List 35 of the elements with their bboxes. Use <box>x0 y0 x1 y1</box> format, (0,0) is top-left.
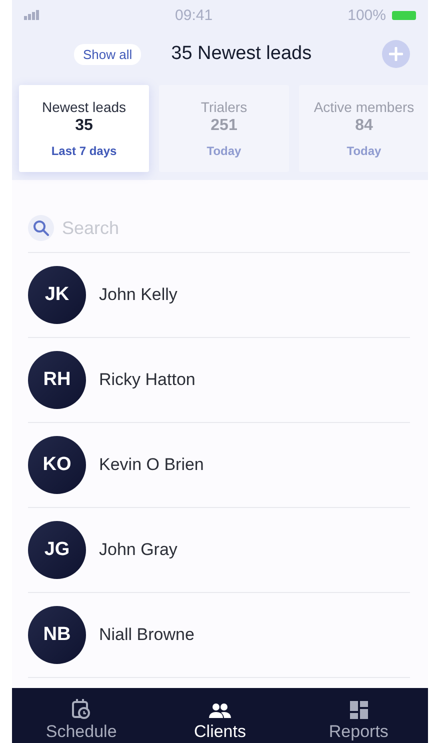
signal-icon <box>24 10 40 20</box>
avatar-initials: RH <box>43 369 71 391</box>
card-label: Newest leads <box>42 99 126 115</box>
card-count: 84 <box>355 117 373 135</box>
search-icon <box>28 215 54 241</box>
client-name[interactable]: John Kelly <box>99 285 178 305</box>
card-label: Active members <box>314 99 414 115</box>
card-count: 35 <box>75 117 93 135</box>
status-time: 09:41 <box>175 6 213 24</box>
calendar-clock-icon <box>72 699 90 719</box>
nav-tab[interactable]: Schedule <box>12 688 151 743</box>
client-name[interactable]: John Gray <box>99 540 178 560</box>
plus-icon <box>389 47 403 61</box>
stat-card[interactable]: Newest leads 35 Last 7 days <box>19 85 149 172</box>
card-period: Today <box>206 144 242 158</box>
page-title: 35 Newest leads <box>171 43 313 65</box>
show-all-button[interactable]: Show all <box>74 44 142 64</box>
card-period: Today <box>346 144 382 158</box>
card-period: Last 7 days <box>51 144 117 158</box>
card-count: 251 <box>210 117 238 135</box>
card-label: Trialers <box>200 99 248 115</box>
people-icon <box>209 703 231 719</box>
avatar-initials: KO <box>42 454 72 476</box>
avatar-initials: JK <box>44 284 70 306</box>
battery-icon <box>392 10 416 20</box>
dashboard-icon <box>350 701 368 719</box>
nav-tab[interactable]: Reports <box>289 688 428 743</box>
add-button[interactable] <box>382 40 410 68</box>
avatar-initials: NB <box>43 624 71 646</box>
battery-percent: 100% <box>348 6 386 24</box>
nav-tab[interactable]: Clients <box>150 688 290 743</box>
client-name[interactable]: Niall Browne <box>99 625 194 645</box>
client-name[interactable]: Kevin O Brien <box>99 455 204 475</box>
client-name[interactable]: Ricky Hatton <box>99 370 196 390</box>
avatar-initials: JG <box>44 539 70 561</box>
